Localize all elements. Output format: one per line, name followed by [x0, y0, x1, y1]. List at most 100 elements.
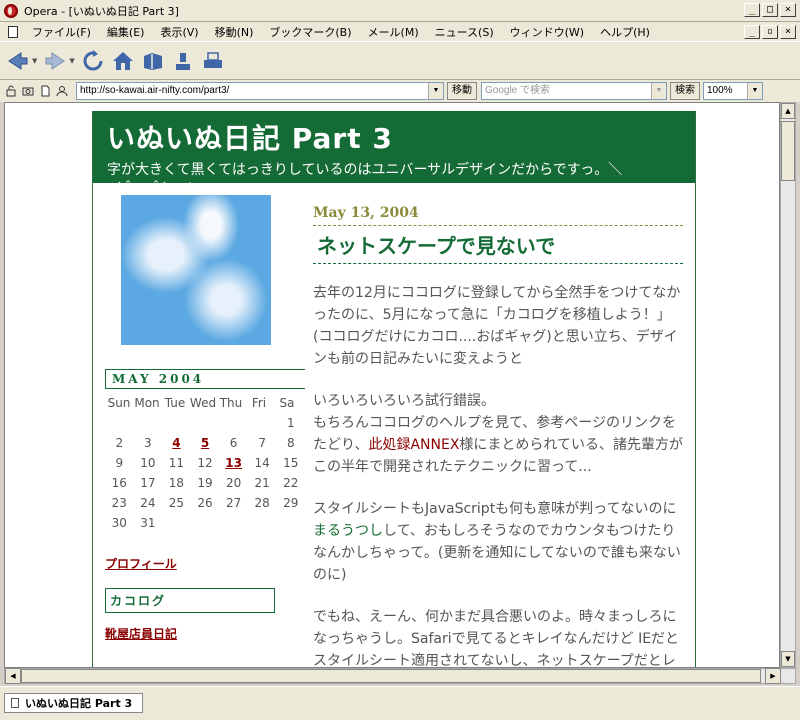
calendar-week-row: 16 17 18 19 20 21 22: [105, 473, 305, 493]
page-tab[interactable]: いぬいぬ日記 Part 3: [4, 693, 144, 713]
dow-sun: Sun: [107, 396, 131, 410]
zoom-select[interactable]: 100% ▼: [703, 82, 763, 100]
dow-tue: Tue: [164, 396, 186, 410]
menu-help[interactable]: ヘルプ(H): [592, 24, 658, 40]
calendar-day: 7: [258, 436, 266, 450]
dow-sat: Sa: [279, 396, 295, 410]
minimize-button[interactable]: _: [744, 3, 760, 17]
back-history-dropdown-icon[interactable]: ▼: [32, 57, 37, 65]
page-viewport[interactable]: いぬいぬ日記 Part 3 字が大きくて黒くてはっきりしているのはユニバーサルデ…: [4, 102, 780, 668]
menu-bookmarks[interactable]: ブックマーク(B): [261, 24, 359, 40]
shoes-diary-link[interactable]: 靴屋店員日記: [105, 625, 177, 642]
menu-window[interactable]: ウィンドウ(W): [502, 24, 592, 40]
calendar-day-link[interactable]: 4: [162, 436, 191, 450]
post-date: May 13, 2004: [313, 205, 683, 226]
menu-view[interactable]: 表示(V): [152, 24, 206, 40]
zoom-value: 100%: [707, 85, 733, 96]
calendar-day: 11: [168, 456, 185, 470]
zoom-dropdown-icon[interactable]: ▼: [747, 83, 762, 99]
horizontal-scroll-thumb[interactable]: [21, 669, 761, 683]
document-icon[interactable]: [8, 25, 18, 38]
post-paragraph-1: 去年の12月にココログに登録してから全然手をつけてなかったのに、5月になって急に…: [313, 285, 681, 367]
calendar-day: 17: [140, 476, 156, 490]
reload-icon[interactable]: [81, 49, 105, 73]
sidebar: MAY 2004 Sun Mon Tue Wed Thu Fri Sa 1234…: [105, 195, 305, 642]
calendar-day: 25: [168, 496, 185, 510]
calendar: MAY 2004 Sun Mon Tue Wed Thu Fri Sa 1234…: [105, 369, 305, 533]
scroll-down-icon[interactable]: ▼: [781, 651, 795, 667]
downloads-icon[interactable]: [171, 49, 195, 73]
post-paragraph-2: いろいろいろいろ試行錯誤。 もちろんココログのヘルプを見て、参考ページのリンクを…: [313, 390, 683, 478]
post-body: 去年の12月にココログに登録してから全然手をつけてなかったのに、5月になって急に…: [313, 282, 683, 667]
calendar-day: 3: [144, 436, 152, 450]
doc-restore-button[interactable]: ▫: [762, 25, 778, 39]
calendar-day: 18: [168, 476, 185, 490]
close-button[interactable]: ×: [780, 3, 796, 17]
back-arrow-icon[interactable]: [6, 49, 30, 73]
calendar-day: 6: [229, 436, 238, 450]
url-history-dropdown-icon[interactable]: ▼: [428, 83, 443, 99]
calendar-day: 21: [254, 476, 270, 490]
blog-page: いぬいぬ日記 Part 3 字が大きくて黒くてはっきりしているのはユニバーサルデ…: [92, 111, 696, 667]
doc-minimize-button[interactable]: _: [744, 25, 760, 39]
profile-link[interactable]: プロフィール: [105, 555, 177, 572]
calendar-weeks: 1 2 3 4 5 6 7 8 9 10 11 12 13 14 15 16 17 18 19 20 21 22 23 24 2…: [105, 413, 305, 533]
horizontal-scrollbar[interactable]: ◀ ▶: [4, 668, 796, 684]
calendar-day: 12: [197, 456, 213, 470]
blog-title[interactable]: いぬいぬ日記 Part 3: [107, 117, 681, 157]
forward-arrow-icon[interactable]: [43, 49, 67, 73]
menu-edit[interactable]: 編集(E): [99, 24, 153, 40]
blog-description: 字が大きくて黒くてはっきりしているのはユニバーサルデザインだからですっ。＼: [107, 162, 623, 178]
doc-close-button[interactable]: ×: [780, 25, 796, 39]
maximize-button[interactable]: □: [762, 3, 778, 17]
print-icon[interactable]: [201, 49, 225, 73]
menu-file[interactable]: ファイル(F): [24, 24, 99, 40]
scroll-up-icon[interactable]: ▲: [781, 103, 795, 119]
calendar-day: 15: [283, 456, 299, 470]
url-field[interactable]: http://so-kawai.air-nifty.com/part3/ ▼: [76, 82, 444, 100]
user-icon[interactable]: [55, 84, 69, 98]
cookie-icon[interactable]: [21, 84, 35, 98]
scroll-right-icon[interactable]: ▶: [765, 668, 781, 684]
calendar-week-row: 23 24 25 26 27 28 29: [105, 493, 305, 513]
tab-document-icon: [11, 698, 19, 708]
vertical-scrollbar[interactable]: ▲ ▼: [780, 102, 796, 668]
calendar-table: Sun Mon Tue Wed Thu Fri Sa 1 2 3 4 5 6 7 8 9 10 11…: [105, 393, 305, 533]
post-paragraph-2a: いろいろいろいろ試行錯誤。: [313, 393, 495, 409]
profile-section: プロフィール: [105, 555, 295, 572]
go-button[interactable]: 移動: [447, 82, 477, 100]
dow-mon: Mon: [134, 396, 160, 410]
maru-utsushi-link[interactable]: まるうつし: [313, 523, 383, 539]
calendar-day: 14: [254, 456, 270, 470]
blog-banner: いぬいぬ日記 Part 3 字が大きくて黒くてはっきりしているのはユニバーサルデ…: [93, 111, 695, 198]
scroll-left-icon[interactable]: ◀: [5, 668, 21, 684]
security-lock-icon[interactable]: [4, 84, 18, 98]
calendar-day-link[interactable]: 5: [191, 436, 220, 450]
calendar-day: 22: [283, 476, 299, 490]
calendar-day: 31: [140, 516, 156, 530]
bookmarks-icon[interactable]: [141, 49, 165, 73]
vertical-scroll-thumb[interactable]: [781, 121, 795, 181]
search-engine-dropdown-icon[interactable]: ▼: [651, 83, 666, 99]
post-paragraph-3: スタイルシートもJavaScriptも何も意味が判ってないのにまるうつしして、お…: [313, 498, 683, 586]
calendar-day-link[interactable]: 13: [219, 456, 248, 470]
kokoroku-annex-link[interactable]: 此処録ANNEX: [368, 437, 459, 453]
search-field[interactable]: Google で検索 ▼: [481, 82, 667, 100]
calendar-month: MAY 2004: [105, 369, 305, 389]
home-icon[interactable]: [111, 49, 135, 73]
page-info-icon[interactable]: [38, 84, 52, 98]
search-button[interactable]: 検索: [670, 82, 700, 100]
shoes-diary-section: 靴屋店員日記: [105, 625, 295, 642]
window-controls: _ □ ×: [744, 3, 796, 17]
menu-navigate[interactable]: 移動(N): [207, 24, 262, 40]
main-column: May 13, 2004 ネットスケープで見ないで 去年の12月にココログに登録…: [313, 205, 683, 667]
menu-mail[interactable]: メール(M): [360, 24, 427, 40]
forward-history-dropdown-icon[interactable]: ▼: [69, 57, 74, 65]
dow-fri: Fri: [251, 396, 267, 410]
url-text: http://so-kawai.air-nifty.com/part3/: [80, 85, 230, 96]
navigation-toolbar: ▼ ▼: [0, 42, 800, 80]
menu-news[interactable]: ニュース(S): [427, 24, 502, 40]
document-window-controls: _ ▫ ×: [744, 25, 796, 39]
post-paragraph-3a: スタイルシートもJavaScriptも何も意味が判ってないのに: [313, 501, 677, 517]
calendar-day: 16: [111, 476, 127, 490]
